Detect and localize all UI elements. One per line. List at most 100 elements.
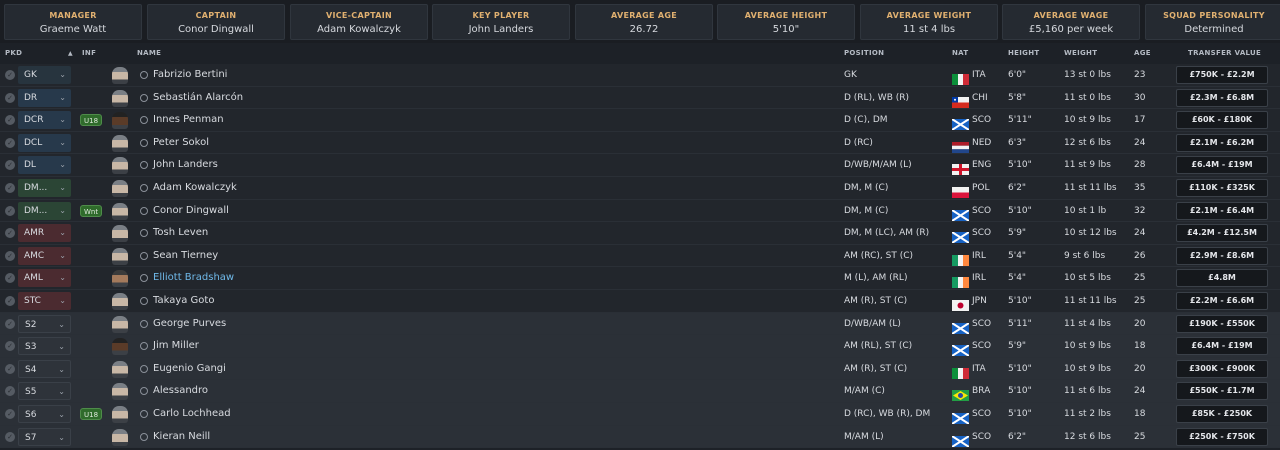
player-name-link[interactable]: Sean Tierney xyxy=(153,250,218,261)
player-weight: 11 st 6 lbs xyxy=(1064,386,1111,397)
player-height: 6'2" xyxy=(1008,431,1027,442)
column-weight[interactable]: WEIGHT xyxy=(1064,49,1097,57)
picked-check-icon[interactable]: ✓ xyxy=(5,160,15,171)
picked-check-icon[interactable]: ✓ xyxy=(5,70,15,80)
player-name-link[interactable]: Fabrizio Bertini xyxy=(153,69,227,80)
player-name-link[interactable]: Alessandro xyxy=(153,385,208,396)
player-position: D (RC) xyxy=(844,137,873,148)
transfer-value-box: £2.2M - £6.6M xyxy=(1176,292,1268,310)
position-slot-selector[interactable]: DM... ⌄ xyxy=(18,201,71,220)
table-row[interactable]: ✓ S4 ⌄ Eugenio Gangi AM (R), ST (C) ITA 5'10" 1… xyxy=(0,357,1280,381)
table-row[interactable]: ✓ DL ⌄ John Landers D/WB/M/AM (L) ENG 5'10" 11 … xyxy=(0,154,1280,177)
column-height[interactable]: HEIGHT xyxy=(1008,49,1039,57)
position-slot-selector[interactable]: AMR ⌄ xyxy=(18,224,71,243)
column-age[interactable]: AGE xyxy=(1134,49,1151,57)
position-slot-selector[interactable]: S5 ⌄ xyxy=(18,382,71,401)
table-row[interactable]: ✓ S3 ⌄ Jim Miller AM (RL), ST (C) SCO 5'9" 10 s… xyxy=(0,335,1280,358)
table-row[interactable]: ✓ DCR ⌄ U18 Innes Penman D (C), DM SCO 5'11" 10 … xyxy=(0,109,1280,132)
position-slot-selector[interactable]: S7 ⌄ xyxy=(18,427,71,446)
summary-card-title: SQUAD PERSONALITY xyxy=(1163,11,1265,20)
player-status-icon xyxy=(140,297,148,305)
chevron-down-icon: ⌄ xyxy=(59,160,66,170)
player-name-link[interactable]: Carlo Lochhead xyxy=(153,408,231,419)
player-name-link[interactable]: John Landers xyxy=(153,159,218,170)
table-row[interactable]: ✓ S5 ⌄ Alessandro M/AM (C) BRA 5'10" 11 st 6 lb… xyxy=(0,380,1280,403)
picked-check-icon[interactable]: ✓ xyxy=(5,431,15,442)
position-slot-selector[interactable]: S4 ⌄ xyxy=(18,359,71,378)
picked-check-icon[interactable]: ✓ xyxy=(5,137,15,148)
position-slot-selector[interactable]: AML ⌄ xyxy=(18,269,71,288)
player-face-icon xyxy=(112,180,128,197)
column-name[interactable]: NAME xyxy=(137,49,161,57)
picked-check-icon[interactable]: ✓ xyxy=(5,296,15,306)
picked-check-icon[interactable]: ✓ xyxy=(5,183,15,193)
picked-check-icon[interactable]: ✓ xyxy=(5,115,15,126)
picked-check-icon[interactable]: ✓ xyxy=(5,250,15,261)
column-position[interactable]: POSITION xyxy=(844,49,884,57)
table-row[interactable]: ✓ AML ⌄ Elliott Bradshaw M (L), AM (RL) IRL 5'… xyxy=(0,267,1280,290)
player-status-icon xyxy=(140,71,148,79)
column-transfer-value[interactable]: TRANSFER VALUE xyxy=(1188,49,1261,57)
picked-check-icon[interactable]: ✓ xyxy=(5,363,15,374)
column-nat[interactable]: NAT xyxy=(952,49,968,57)
position-slot-selector[interactable]: DL ⌄ xyxy=(18,156,71,175)
position-slot-label: STC xyxy=(24,296,41,306)
player-name-link[interactable]: Takaya Goto xyxy=(153,295,214,306)
player-weight: 11 st 0 lbs xyxy=(1064,92,1111,103)
sort-ascending-icon[interactable]: ▲ xyxy=(68,50,73,57)
table-row[interactable]: ✓ DM... ⌄ Adam Kowalczyk DM, M (C) POL 6'2" 11 … xyxy=(0,177,1280,200)
scotland-flag-icon xyxy=(951,319,970,335)
table-row[interactable]: ✓ S6 ⌄ U18 Carlo Lochhead D (RC), WB (R), DM S… xyxy=(0,403,1280,426)
picked-check-icon[interactable]: ✓ xyxy=(5,386,15,397)
table-row[interactable]: ✓ DR ⌄ Sebastián Alarcón D (RL), WB (R) CHI 5'… xyxy=(0,86,1280,110)
summary-card-average-age: AVERAGE AGE 26.72 xyxy=(575,4,713,40)
player-height: 5'4" xyxy=(1008,250,1027,261)
position-slot-selector[interactable]: STC ⌄ xyxy=(18,292,71,310)
picked-check-icon[interactable]: ✓ xyxy=(5,92,15,103)
table-row[interactable]: ✓ DM... ⌄ Wnt Conor Dingwall DM, M (C) SCO 5'10… xyxy=(0,199,1280,223)
table-row[interactable]: ✓ AMR ⌄ Tosh Leven DM, M (LC), AM (R) SCO 5'9"… xyxy=(0,222,1280,245)
position-slot-selector[interactable]: DCR ⌄ xyxy=(18,111,71,130)
table-row[interactable]: ✓ S2 ⌄ George Purves D/WB/AM (L) SCO 5'11" 11 s… xyxy=(0,312,1280,336)
table-row[interactable]: ✓ DCL ⌄ Peter Sokol D (RC) NED 6'3" 12 st 6 lbs… xyxy=(0,131,1280,155)
table-row[interactable]: ✓ STC ⌄ Takaya Goto AM (R), ST (C) JPN 5'10" 11… xyxy=(0,290,1280,313)
player-position: D (RC), WB (R), DM xyxy=(844,409,931,419)
position-slot-selector[interactable]: DM... ⌄ xyxy=(18,179,71,197)
player-name-link[interactable]: Innes Penman xyxy=(153,114,224,125)
player-name-link[interactable]: Eugenio Gangi xyxy=(153,363,226,374)
player-name-link[interactable]: Kieran Neill xyxy=(153,431,210,442)
scotland-flag-icon xyxy=(951,341,970,358)
column-pkd[interactable]: PKD xyxy=(5,49,22,57)
table-row[interactable]: ✓ AMC ⌄ Sean Tierney AM (RC), ST (C) IRL 5'4" 9… xyxy=(0,244,1280,268)
player-name-link[interactable]: Tosh Leven xyxy=(153,227,208,238)
position-slot-label: DL xyxy=(24,160,36,171)
player-status-icon xyxy=(140,319,148,328)
picked-check-icon[interactable]: ✓ xyxy=(5,205,15,216)
picked-check-icon[interactable]: ✓ xyxy=(5,318,15,329)
position-slot-selector[interactable]: S6 ⌄ xyxy=(18,405,71,423)
scotland-flag-icon xyxy=(951,432,970,448)
player-face-icon xyxy=(112,383,128,401)
position-slot-selector[interactable]: DCL ⌄ xyxy=(18,133,71,152)
player-name-link[interactable]: Jim Miller xyxy=(153,340,199,351)
position-slot-selector[interactable]: S3 ⌄ xyxy=(18,337,71,356)
position-slot-selector[interactable]: AMC ⌄ xyxy=(18,246,71,265)
picked-check-icon[interactable]: ✓ xyxy=(5,273,15,284)
player-name-link[interactable]: Conor Dingwall xyxy=(153,205,229,216)
picked-check-icon[interactable]: ✓ xyxy=(5,228,15,239)
player-name-link[interactable]: George Purves xyxy=(153,318,226,329)
position-slot-selector[interactable]: GK ⌄ xyxy=(18,66,71,84)
player-status-icon xyxy=(140,251,148,260)
position-slot-selector[interactable]: DR ⌄ xyxy=(18,88,71,107)
table-row[interactable]: ✓ GK ⌄ Fabrizio Bertini GK ITA 6'0" 13 st 0 lbs… xyxy=(0,64,1280,87)
table-row[interactable]: ✓ S7 ⌄ Kieran Neill M/AM (L) SCO 6'2" 12 st 6 l… xyxy=(0,425,1280,449)
position-slot-selector[interactable]: S2 ⌄ xyxy=(18,314,71,333)
picked-check-icon[interactable]: ✓ xyxy=(5,409,15,419)
player-face-icon xyxy=(112,315,128,333)
picked-check-icon[interactable]: ✓ xyxy=(5,341,15,352)
player-name-link[interactable]: Elliott Bradshaw xyxy=(153,272,234,283)
player-name-link[interactable]: Peter Sokol xyxy=(153,137,209,148)
column-inf[interactable]: INF xyxy=(82,49,96,57)
player-name-link[interactable]: Adam Kowalczyk xyxy=(153,182,237,193)
player-name-link[interactable]: Sebastián Alarcón xyxy=(153,92,243,103)
